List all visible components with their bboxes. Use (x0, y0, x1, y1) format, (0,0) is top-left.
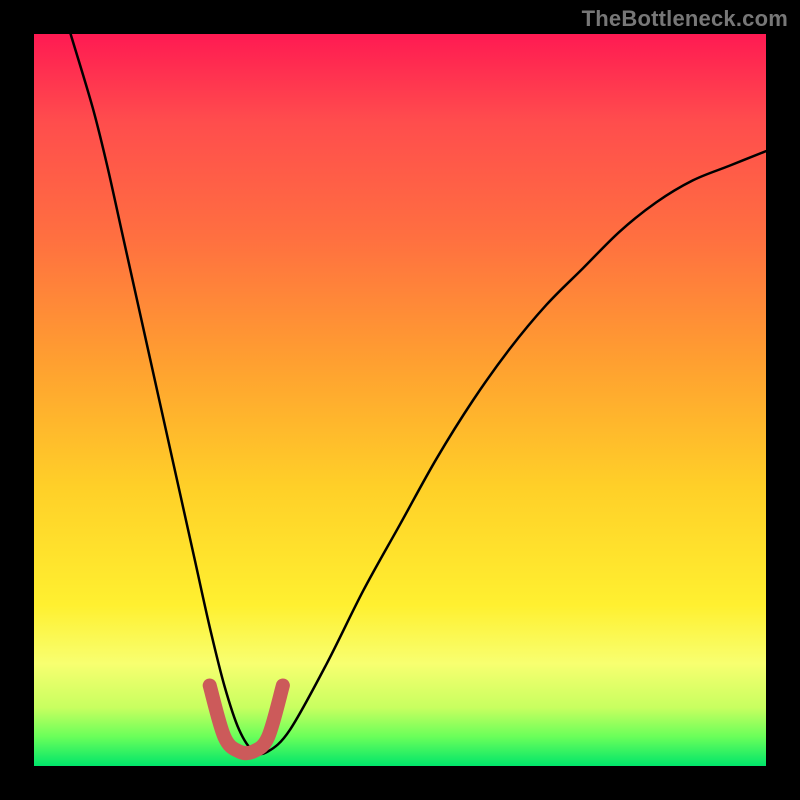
plot-area (34, 34, 766, 766)
watermark-text: TheBottleneck.com (582, 6, 788, 32)
bottleneck-curve-path (71, 34, 766, 754)
outer-frame: TheBottleneck.com (0, 0, 800, 800)
curve-layer (34, 34, 766, 766)
